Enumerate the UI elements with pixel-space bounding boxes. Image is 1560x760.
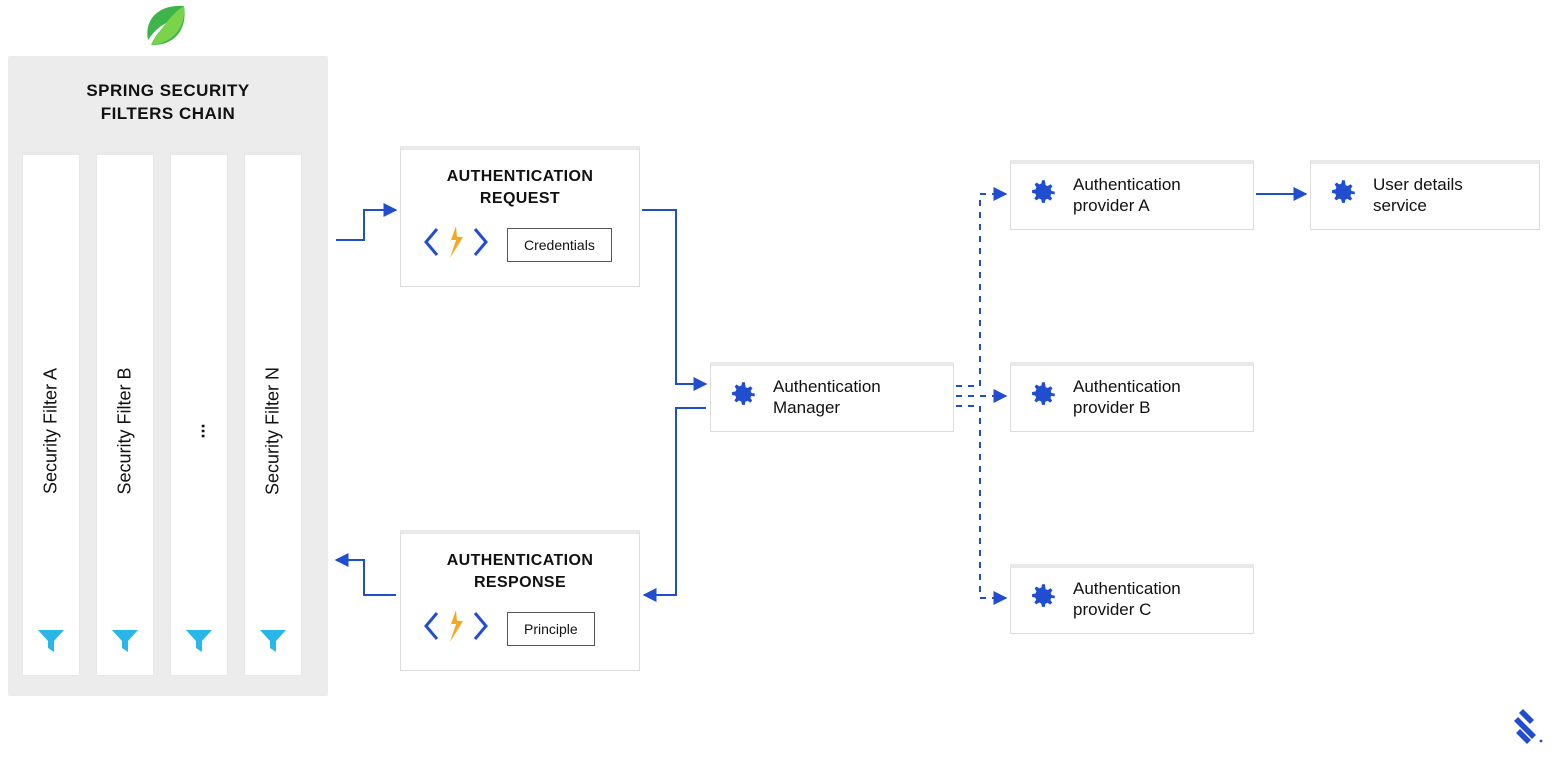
provider-label: Authentication provider B bbox=[1073, 376, 1181, 419]
authentication-manager-box: Authentication Manager bbox=[710, 362, 954, 432]
funnel-icon bbox=[36, 626, 66, 661]
filter-label: Security Filter B bbox=[115, 367, 136, 494]
spring-leaf-icon bbox=[138, 2, 194, 55]
funnel-icon bbox=[110, 626, 140, 661]
gear-icon bbox=[1025, 176, 1059, 215]
filters-chain-title-l1: SPRING SECURITY bbox=[86, 81, 249, 100]
authentication-request-box: AUTHENTICATION REQUEST Credentials bbox=[400, 146, 640, 287]
user-details-label: User details service bbox=[1373, 174, 1463, 217]
auth-response-payload: Principle bbox=[401, 593, 639, 670]
code-brackets-icon bbox=[423, 223, 489, 266]
provider-label: Authentication provider A bbox=[1073, 174, 1181, 217]
filters-chain-title-l2: FILTERS CHAIN bbox=[101, 104, 236, 123]
toptal-logo-icon bbox=[1510, 707, 1544, 752]
authentication-response-box: AUTHENTICATION RESPONSE Principle bbox=[400, 530, 640, 671]
security-filter-b: Security Filter B bbox=[96, 152, 154, 676]
security-filter-ellipsis: ... bbox=[170, 152, 228, 676]
auth-request-payload: Credentials bbox=[401, 209, 639, 286]
diagram-canvas: SPRING SECURITY FILTERS CHAIN Security F… bbox=[0, 0, 1560, 760]
security-filter-a: Security Filter A bbox=[22, 152, 80, 676]
funnel-icon bbox=[258, 626, 288, 661]
gear-icon bbox=[725, 378, 759, 417]
filter-label: ... bbox=[189, 423, 210, 438]
filters-chain-title: SPRING SECURITY FILTERS CHAIN bbox=[8, 56, 328, 126]
gear-icon bbox=[1025, 580, 1059, 619]
gear-icon bbox=[1325, 176, 1359, 215]
user-details-service-box: User details service bbox=[1310, 160, 1540, 230]
filter-label: Security Filter N bbox=[263, 367, 284, 495]
filters-chain-panel: SPRING SECURITY FILTERS CHAIN Security F… bbox=[8, 56, 328, 696]
auth-provider-c-box: Authentication provider C bbox=[1010, 564, 1254, 634]
auth-manager-label: Authentication Manager bbox=[773, 376, 881, 419]
provider-label: Authentication provider C bbox=[1073, 578, 1181, 621]
filter-label: Security Filter A bbox=[41, 368, 62, 494]
credentials-chip: Credentials bbox=[507, 228, 612, 262]
auth-provider-b-box: Authentication provider B bbox=[1010, 362, 1254, 432]
auth-response-title-l1: AUTHENTICATION bbox=[447, 552, 594, 569]
gear-icon bbox=[1025, 378, 1059, 417]
principle-chip: Principle bbox=[507, 612, 595, 646]
code-brackets-icon bbox=[423, 607, 489, 650]
auth-response-title: AUTHENTICATION RESPONSE bbox=[401, 534, 639, 593]
auth-request-title-l2: REQUEST bbox=[480, 190, 560, 207]
auth-response-title-l2: RESPONSE bbox=[474, 574, 566, 591]
security-filter-n: Security Filter N bbox=[244, 152, 302, 676]
auth-request-title: AUTHENTICATION REQUEST bbox=[401, 150, 639, 209]
auth-provider-a-box: Authentication provider A bbox=[1010, 160, 1254, 230]
auth-request-title-l1: AUTHENTICATION bbox=[447, 168, 594, 185]
funnel-icon bbox=[184, 626, 214, 661]
